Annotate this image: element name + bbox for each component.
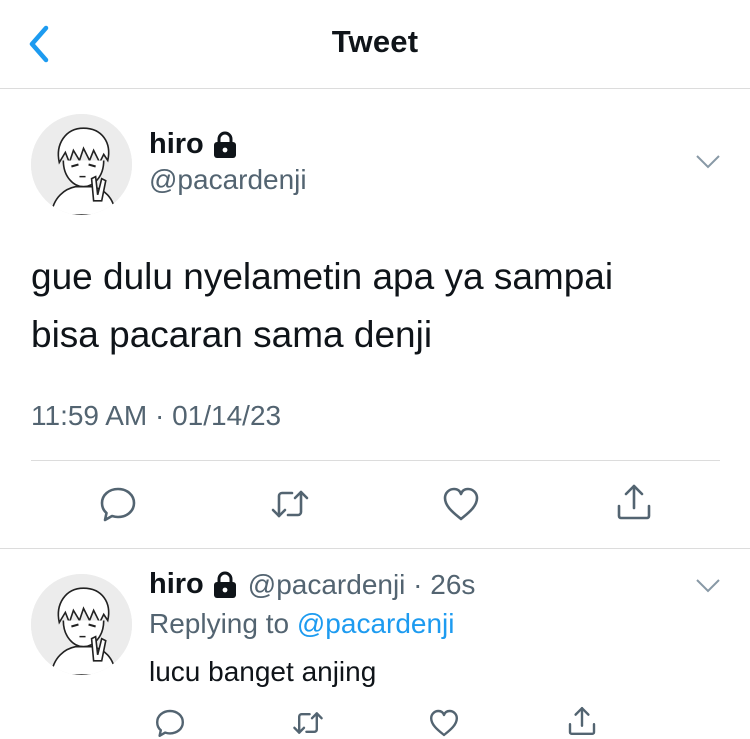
divider bbox=[0, 548, 750, 549]
author-handle[interactable]: @pacardenji bbox=[149, 164, 307, 196]
avatar[interactable] bbox=[31, 114, 132, 215]
like-icon bbox=[430, 709, 458, 737]
reply-text: lucu banget anjing bbox=[149, 656, 377, 687]
replying-to-label: Replying to bbox=[149, 608, 290, 639]
chevron-down-icon bbox=[696, 155, 720, 169]
replying-to-line: Replying to @pacardenji bbox=[149, 608, 455, 640]
share-icon bbox=[568, 707, 596, 735]
author-name[interactable]: hiro bbox=[149, 128, 204, 161]
like-button[interactable] bbox=[441, 484, 481, 524]
avatar[interactable] bbox=[31, 574, 132, 675]
top-nav-bar: Tweet bbox=[0, 0, 750, 89]
retweet-button[interactable] bbox=[292, 707, 324, 739]
lock-icon bbox=[212, 571, 238, 599]
retweet-icon bbox=[293, 712, 323, 734]
reply-button[interactable] bbox=[154, 707, 186, 739]
reply-author-row: hiro @pacardenji · 26s bbox=[149, 568, 475, 601]
lock-icon bbox=[212, 131, 238, 159]
reply-handle-time[interactable]: @pacardenji · 26s bbox=[248, 569, 476, 601]
author-name[interactable]: hiro bbox=[149, 568, 204, 601]
reply-options-button[interactable] bbox=[695, 578, 721, 594]
tweet-text: gue dulu nyelametin apa ya sampai bisa p… bbox=[31, 248, 711, 364]
chevron-down-icon bbox=[696, 579, 720, 593]
replying-to-mention[interactable]: @pacardenji bbox=[297, 608, 455, 639]
retweet-icon bbox=[271, 490, 309, 518]
reply-icon bbox=[156, 709, 184, 737]
tweet-timestamp[interactable]: 11:59 AM · 01/14/23 bbox=[31, 400, 281, 432]
tweet-text-line: gue dulu nyelametin apa ya sampai bbox=[31, 256, 614, 297]
like-icon bbox=[443, 487, 479, 521]
reply-icon bbox=[100, 487, 136, 522]
divider bbox=[31, 460, 720, 461]
page-title: Tweet bbox=[331, 24, 419, 59]
share-button[interactable] bbox=[566, 705, 598, 737]
tweet-text-line: bisa pacaran sama denji bbox=[31, 314, 433, 355]
tweet-options-button[interactable] bbox=[695, 154, 721, 170]
share-button[interactable] bbox=[614, 482, 654, 522]
author-name-row: hiro bbox=[149, 128, 238, 161]
avatar-sketch-icon bbox=[31, 574, 132, 675]
share-icon bbox=[617, 484, 651, 520]
avatar-sketch-icon bbox=[31, 114, 132, 215]
retweet-button[interactable] bbox=[270, 484, 310, 524]
like-button[interactable] bbox=[428, 707, 460, 739]
reply-button[interactable] bbox=[98, 484, 138, 524]
